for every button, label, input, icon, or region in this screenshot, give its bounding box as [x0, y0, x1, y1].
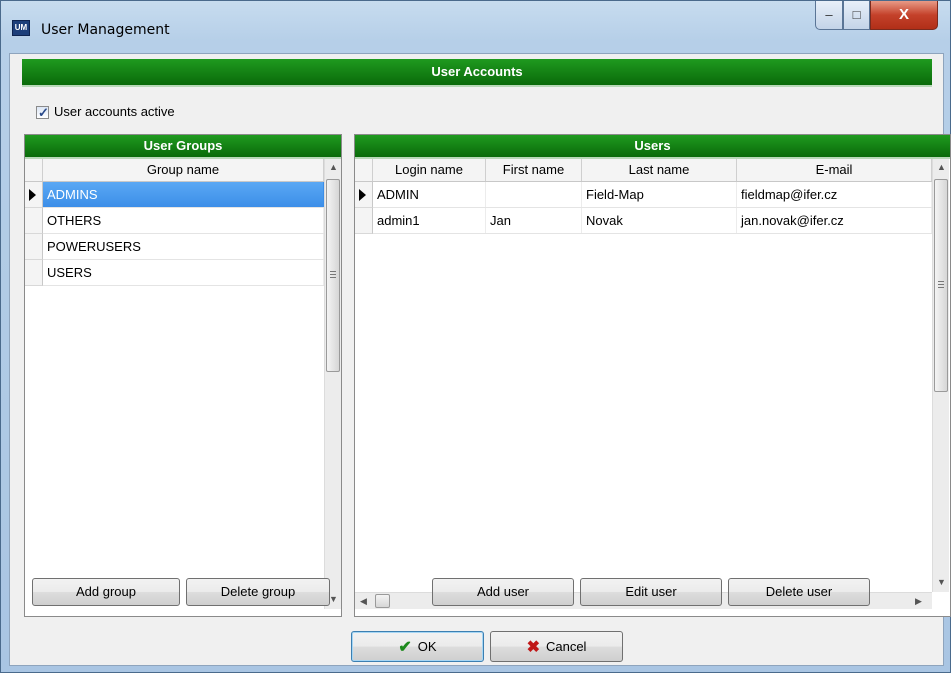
- login-name-cell[interactable]: ADMIN: [373, 182, 486, 207]
- group-name-cell[interactable]: POWERUSERS: [43, 234, 324, 259]
- user-row[interactable]: admin1 Jan Novak jan.novak@ifer.cz: [373, 208, 932, 234]
- dialog-client-area: User Accounts ✓ User accounts active User…: [9, 53, 951, 666]
- user-groups-header: User Groups: [25, 135, 341, 159]
- row-selector[interactable]: [25, 208, 43, 234]
- current-row-arrow-icon: [29, 189, 36, 201]
- delete-user-button[interactable]: Delete user: [728, 578, 870, 606]
- ok-label: OK: [417, 639, 437, 654]
- users-vertical-scrollbar[interactable]: ▲ ▼: [932, 159, 949, 592]
- group-row[interactable]: ADMINS: [43, 182, 324, 208]
- current-row-arrow-icon: [359, 189, 366, 201]
- group-name-cell[interactable]: OTHERS: [43, 208, 324, 233]
- row-selector[interactable]: [355, 182, 373, 208]
- column-header-group-name[interactable]: Group name: [43, 159, 324, 181]
- scroll-up-icon[interactable]: ▲: [933, 159, 950, 176]
- window-title: User Management: [41, 22, 170, 38]
- delete-group-button[interactable]: Delete group: [186, 578, 330, 606]
- accounts-active-label: User accounts active: [54, 104, 175, 119]
- email-cell[interactable]: jan.novak@ifer.cz: [737, 208, 932, 233]
- column-header-first-name[interactable]: First name: [486, 159, 582, 181]
- group-name-cell[interactable]: ADMINS: [43, 182, 324, 207]
- edit-user-button[interactable]: Edit user: [580, 578, 722, 606]
- cancel-label: Cancel: [545, 639, 587, 654]
- email-cell[interactable]: fieldmap@ifer.cz: [737, 182, 932, 207]
- group-row[interactable]: OTHERS: [43, 208, 324, 234]
- groups-vertical-scrollbar[interactable]: ▲ ▼: [324, 159, 341, 609]
- users-panel: Users Login name First name Last name E-…: [354, 134, 951, 617]
- cancel-button[interactable]: ✖ Cancel: [490, 631, 623, 662]
- users-header: Users: [355, 135, 950, 159]
- column-header-login-name[interactable]: Login name: [373, 159, 486, 181]
- horizontal-scroll-thumb[interactable]: [375, 594, 390, 608]
- row-selector[interactable]: [25, 260, 43, 286]
- add-group-button[interactable]: Add group: [32, 578, 180, 606]
- minimize-icon: –: [825, 7, 833, 22]
- scroll-down-icon[interactable]: ▼: [933, 574, 950, 591]
- row-selector[interactable]: [25, 234, 43, 260]
- ok-button[interactable]: ✔ OK: [351, 631, 484, 662]
- first-name-cell[interactable]: [486, 182, 582, 207]
- maximize-button[interactable]: □: [843, 1, 870, 30]
- cancel-x-icon: ✖: [526, 639, 540, 656]
- login-name-cell[interactable]: admin1: [373, 208, 486, 233]
- scroll-up-icon[interactable]: ▲: [325, 159, 342, 176]
- scroll-right-icon[interactable]: ▶: [910, 593, 927, 610]
- row-selector[interactable]: [25, 182, 43, 208]
- last-name-cell[interactable]: Field-Map: [582, 182, 737, 207]
- column-header-email[interactable]: E-mail: [737, 159, 932, 181]
- checkmark-icon: ✔: [398, 639, 412, 656]
- close-icon: X: [898, 6, 909, 23]
- user-row[interactable]: ADMIN Field-Map fieldmap@ifer.cz: [373, 182, 932, 208]
- column-header-last-name[interactable]: Last name: [582, 159, 737, 181]
- corner-cell: [355, 159, 373, 181]
- users-column-header-row: Login name First name Last name E-mail: [355, 159, 932, 182]
- group-row[interactable]: USERS: [43, 260, 324, 286]
- group-row[interactable]: POWERUSERS: [43, 234, 324, 260]
- groups-column-header-row: Group name: [25, 159, 324, 182]
- title-bar[interactable]: UM User Management – □ X: [1, 1, 950, 53]
- accounts-active-checkbox[interactable]: ✓: [36, 105, 49, 121]
- scroll-thumb[interactable]: [934, 179, 948, 392]
- app-icon[interactable]: UM: [12, 20, 30, 36]
- checkmark-icon: ✓: [38, 105, 49, 121]
- add-user-button[interactable]: Add user: [432, 578, 574, 606]
- first-name-cell[interactable]: Jan: [486, 208, 582, 233]
- user-management-window: UM User Management – □ X User Accounts ✓…: [0, 0, 951, 673]
- scroll-thumb[interactable]: [326, 179, 340, 372]
- corner-cell: [25, 159, 43, 181]
- scroll-left-icon[interactable]: ◀: [355, 593, 372, 610]
- user-groups-panel: User Groups Group name ADMINS OTHERS POWER…: [24, 134, 342, 617]
- close-button[interactable]: X: [870, 1, 938, 30]
- row-selector[interactable]: [355, 208, 373, 234]
- minimize-button[interactable]: –: [815, 1, 843, 30]
- last-name-cell[interactable]: Novak: [582, 208, 737, 233]
- accounts-active-row[interactable]: ✓ User accounts active: [36, 103, 175, 121]
- user-accounts-header: User Accounts: [22, 59, 932, 87]
- maximize-icon: □: [852, 7, 861, 22]
- group-name-cell[interactable]: USERS: [43, 260, 324, 285]
